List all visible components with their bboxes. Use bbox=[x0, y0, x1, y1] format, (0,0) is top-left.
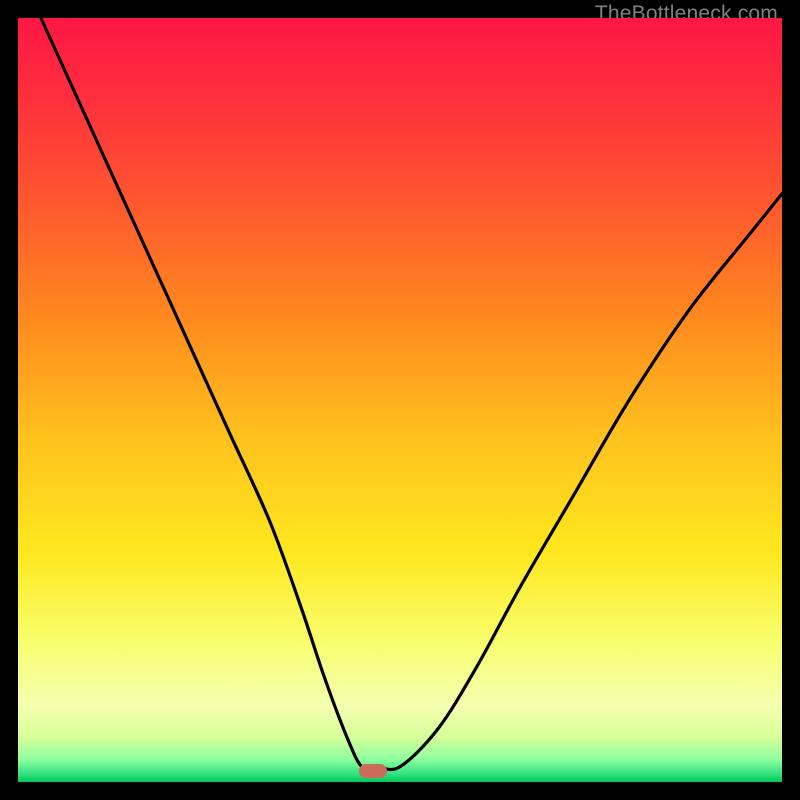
gradient-background bbox=[18, 18, 782, 782]
optimum-marker bbox=[359, 764, 387, 778]
chart-frame bbox=[18, 18, 782, 782]
bottleneck-chart bbox=[18, 18, 782, 782]
